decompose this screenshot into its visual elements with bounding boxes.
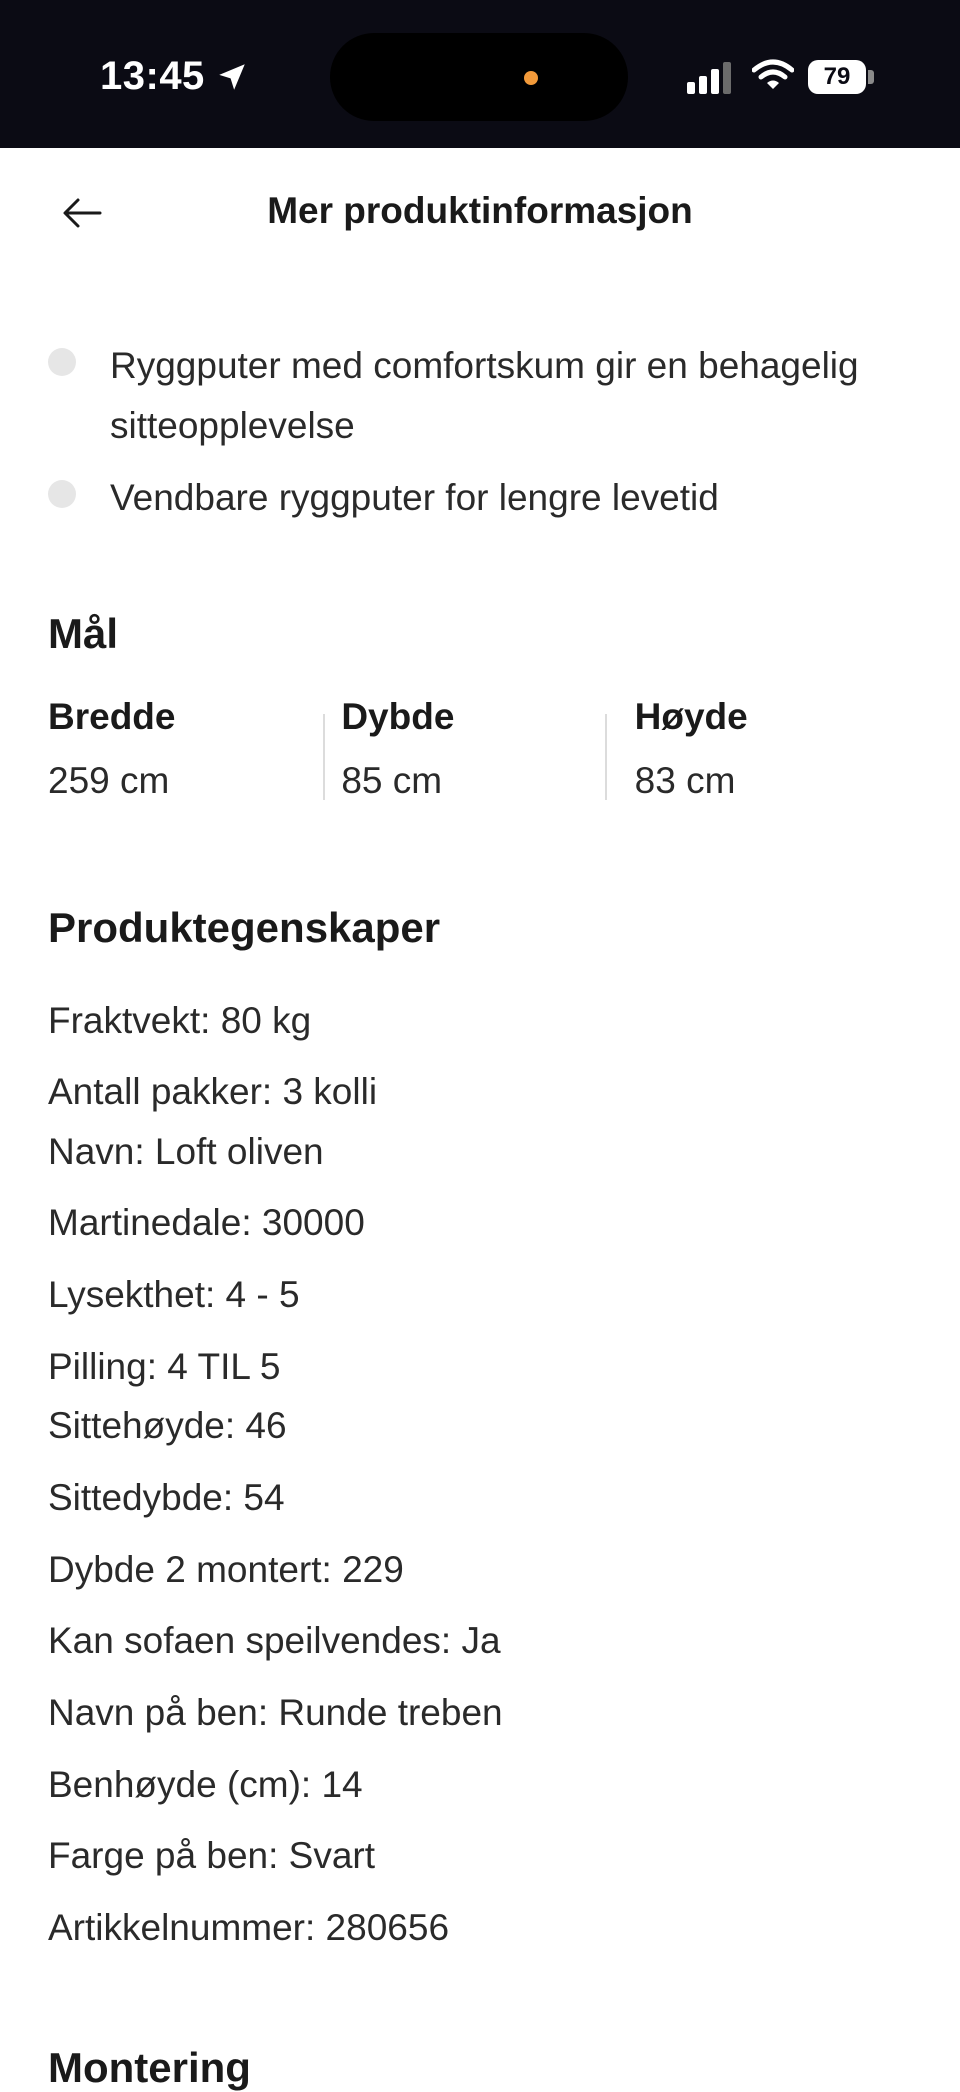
- privacy-indicator-dot: [524, 71, 538, 85]
- dimension-label: Bredde: [48, 696, 176, 737]
- dimension-height: Høyde 83 cm: [604, 696, 928, 808]
- feature-item: Vendbare ryggputer for lengre levetid: [48, 468, 928, 528]
- feature-text: Vendbare ryggputer for lengre levetid: [110, 477, 719, 518]
- dimension-width: Bredde 259 cm: [48, 696, 341, 808]
- feature-item: Ryggputer med comfortskum gir en behagel…: [48, 336, 928, 456]
- bullet-dot: [48, 348, 76, 376]
- property-item: Antall pakker: 3 kolli: [48, 1071, 378, 1112]
- dimension-value: 83 cm: [634, 760, 736, 801]
- properties-heading: Produktegenskaper: [48, 904, 441, 951]
- dimensions-heading: Mål: [48, 610, 119, 657]
- dimensions-row: Bredde 259 cm Dybde 85 cm Høyde 83 cm: [48, 696, 928, 808]
- property-item: Kan sofaen speilvendes: Ja: [48, 1620, 501, 1661]
- feature-text: Ryggputer med comfortskum gir en behagel…: [110, 345, 859, 446]
- cellular-signal-icon: [687, 62, 731, 94]
- dimension-depth: Dybde 85 cm: [323, 696, 634, 808]
- property-item: Fraktvekt: 80 kg: [48, 1000, 312, 1041]
- dimension-label: Dybde: [341, 696, 455, 737]
- dimension-label: Høyde: [634, 696, 748, 737]
- property-item: Artikkelnummer: 280656: [48, 1907, 450, 1948]
- property-item: Dybde 2 montert: 229: [48, 1549, 404, 1590]
- property-item: Lysekthet: 4 - 5: [48, 1274, 300, 1315]
- property-item: Sittehøyde: 46: [48, 1405, 287, 1446]
- feature-list: Ryggputer med comfortskum gir en behagel…: [48, 336, 928, 540]
- location-arrow-icon: [219, 63, 245, 90]
- property-item: Pilling: 4 TIL 5: [48, 1346, 281, 1387]
- battery-level: 79: [823, 63, 851, 90]
- battery-tip: [868, 70, 874, 84]
- dimension-value: 259 cm: [48, 760, 170, 801]
- page-title: Mer produktinformasjon: [267, 190, 693, 231]
- dimension-value: 85 cm: [341, 760, 443, 801]
- property-item: Navn: Loft oliven: [48, 1131, 324, 1172]
- property-item: Sittedybde: 54: [48, 1477, 285, 1518]
- status-time: 13:45: [100, 54, 249, 99]
- dimension-divider: [604, 714, 607, 800]
- status-time-text: 13:45: [100, 54, 205, 98]
- bullet-dot: [48, 480, 76, 508]
- dimension-divider: [323, 714, 326, 800]
- battery-indicator: 79: [808, 60, 866, 94]
- status-bar: 13:45 79: [0, 0, 960, 148]
- property-item: Farge på ben: Svart: [48, 1835, 376, 1876]
- assembly-heading: Montering: [48, 2044, 251, 2091]
- property-item: Benhøyde (cm): 14: [48, 1764, 363, 1805]
- property-item: Navn på ben: Runde treben: [48, 1692, 503, 1733]
- dynamic-island: [330, 33, 628, 121]
- wifi-icon: [752, 59, 794, 89]
- property-item: Martinedale: 30000: [48, 1202, 365, 1243]
